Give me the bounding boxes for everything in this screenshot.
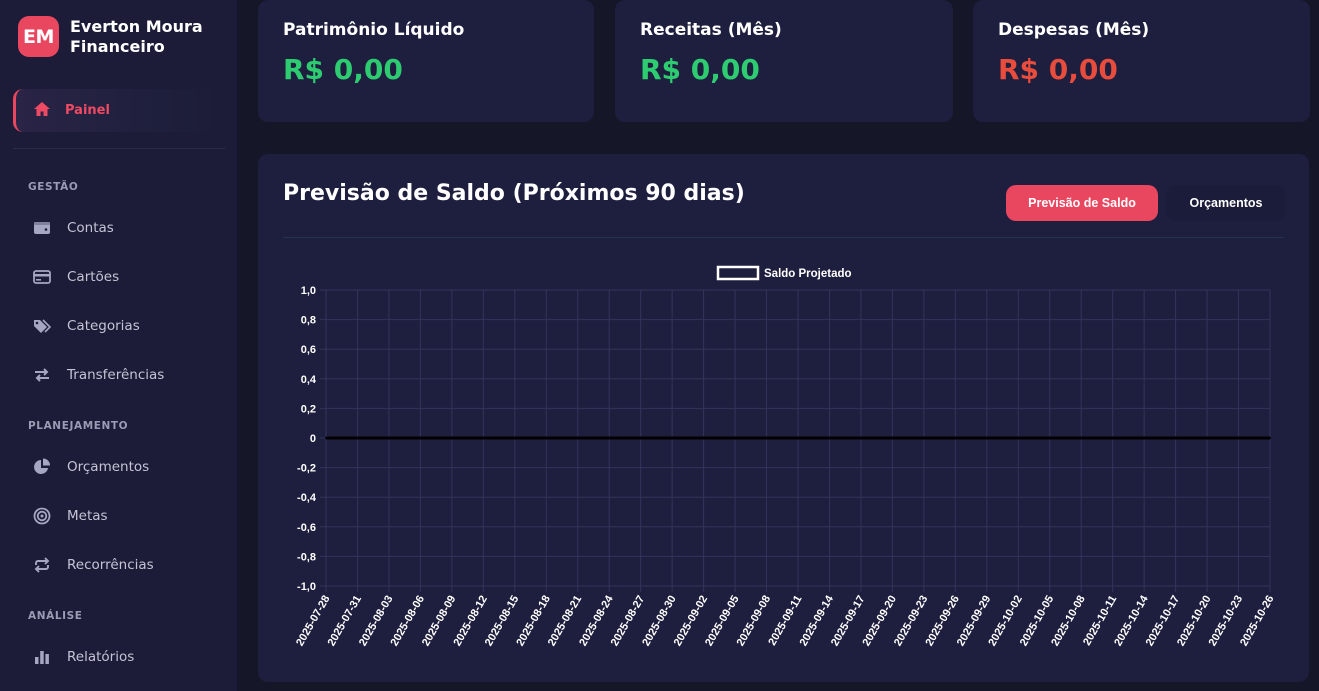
exchange-icon [32, 365, 52, 385]
data-point [513, 437, 516, 439]
credit-card-icon [32, 267, 52, 287]
sidebar-item-label: Relatórios [67, 649, 135, 665]
stat-card-despesas: Despesas (Mês) R$ 0,00 [973, 0, 1310, 122]
data-point [1237, 437, 1240, 439]
section-title-planejamento: PLANEJAMENTO [28, 420, 129, 432]
section-title-gestao: GESTÃO [28, 181, 79, 193]
brand-logo: EM [18, 16, 59, 57]
y-tick-label: 0,6 [301, 344, 316, 356]
stat-title: Receitas (Mês) [640, 20, 782, 40]
data-point [734, 437, 737, 439]
home-icon [33, 101, 51, 121]
balance-forecast-panel: Previsão de Saldo (Próximos 90 dias) Pre… [258, 154, 1309, 682]
sidebar-item-label: Recorrências [67, 557, 154, 573]
y-tick-label: -0,6 [297, 522, 316, 534]
stat-title: Patrimônio Líquido [283, 20, 465, 40]
sidebar-item-categorias[interactable]: Categorias [32, 314, 140, 338]
data-point [922, 437, 925, 439]
data-point [1269, 437, 1271, 439]
sidebar-item-relatorios[interactable]: Relatórios [32, 645, 134, 669]
sidebar-item-orcamentos[interactable]: Orçamentos [32, 455, 149, 479]
sidebar-item-painel[interactable]: Painel [13, 89, 225, 132]
data-point [828, 437, 831, 439]
data-point [891, 437, 894, 439]
sidebar-divider [13, 148, 225, 149]
data-point [1017, 437, 1020, 439]
sidebar-item-label: Contas [67, 220, 114, 236]
data-point [797, 437, 799, 439]
data-point [545, 437, 548, 439]
data-point [387, 437, 390, 439]
forecast-line-chart: 1,00,80,60,40,20-0,2-0,4-0,6-0,8-1,0 202… [294, 265, 1277, 648]
y-tick-label: -0,8 [297, 551, 316, 563]
y-tick-label: 1,0 [301, 285, 316, 297]
stat-title: Despesas (Mês) [998, 20, 1150, 40]
data-point [356, 437, 359, 439]
sidebar-item-label: Cartões [67, 269, 120, 285]
y-tick-label: -1,0 [297, 581, 316, 593]
data-point [1111, 437, 1114, 439]
data-point [1143, 437, 1146, 439]
y-tick-label: 0,2 [301, 403, 316, 415]
stat-card-patrimonio: Patrimônio Líquido R$ 0,00 [258, 0, 594, 122]
data-point [325, 437, 327, 439]
data-point [954, 437, 957, 439]
pie-chart-icon [32, 457, 52, 477]
data-point [639, 437, 642, 439]
brand[interactable]: EM Everton Moura Financeiro [18, 16, 220, 57]
stat-value: R$ 0,00 [283, 53, 403, 86]
sidebar-item-transferencias[interactable]: Transferências [32, 363, 164, 387]
sidebar: EM Everton Moura Financeiro Painel GESTÃ… [0, 0, 238, 691]
data-point [985, 437, 988, 439]
legend-label: Saldo Projetado [764, 268, 852, 280]
bar-chart-icon [32, 647, 52, 667]
data-point [419, 437, 422, 439]
y-tick-label: 0 [310, 433, 316, 445]
sidebar-item-cartoes[interactable]: Cartões [32, 265, 119, 289]
data-point [1048, 437, 1051, 439]
sidebar-item-metas[interactable]: Metas [32, 504, 108, 528]
stat-card-receitas: Receitas (Mês) R$ 0,00 [615, 0, 953, 122]
data-point [702, 437, 705, 439]
sidebar-item-contas[interactable]: Contas [32, 216, 114, 240]
data-point [608, 437, 611, 439]
target-icon [32, 506, 52, 526]
sidebar-item-label: Painel [65, 103, 110, 118]
data-point [765, 437, 768, 439]
tags-icon [32, 316, 52, 336]
y-tick-label: -0,4 [297, 492, 317, 504]
data-point [1174, 437, 1177, 439]
y-tick-label: -0,2 [297, 463, 316, 475]
y-tick-label: 0,4 [301, 374, 317, 386]
recurring-icon [32, 555, 52, 575]
wallet-icon [32, 218, 52, 238]
sidebar-item-recorrencias[interactable]: Recorrências [32, 553, 154, 577]
stat-value: R$ 0,00 [640, 53, 760, 86]
y-tick-label: 0,8 [301, 315, 316, 327]
sidebar-item-label: Categorias [67, 318, 140, 334]
data-point [482, 437, 485, 439]
legend-swatch [716, 265, 760, 281]
data-point [1080, 437, 1083, 439]
sidebar-item-label: Orçamentos [67, 459, 150, 475]
data-point [450, 437, 453, 439]
data-point [576, 437, 579, 439]
data-point [671, 437, 674, 439]
sidebar-item-label: Transferências [67, 367, 165, 383]
data-point [859, 437, 862, 439]
section-title-analise: ANÁLISE [28, 610, 83, 622]
brand-name: Everton Moura Financeiro [70, 16, 203, 56]
stat-value: R$ 0,00 [998, 53, 1118, 86]
sidebar-item-label: Metas [67, 508, 108, 524]
data-point [1206, 437, 1209, 439]
